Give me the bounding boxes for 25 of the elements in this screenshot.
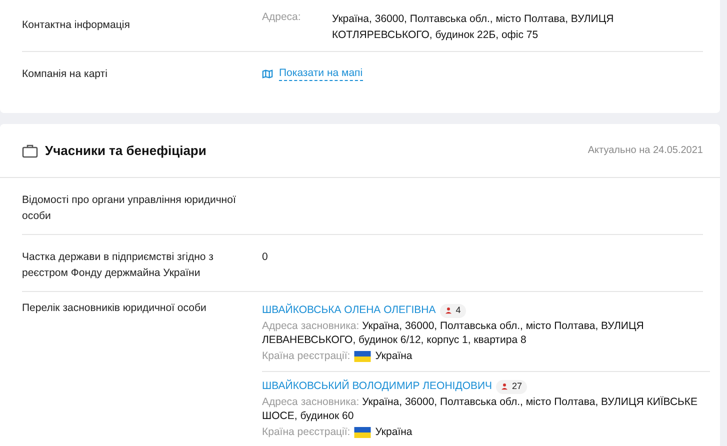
- map-icon: [262, 69, 273, 79]
- address-text: Адреса засновника: Україна, 36000, Полтавська обл., місто Полтава, ВУЛИЦЯ КИЇВСЬКЕ ШОСЕ, будинок 60: [262, 395, 699, 423]
- country-label: Країна реєстрації:: [262, 349, 350, 363]
- country-value: Україна: [375, 425, 412, 439]
- field-label: Перелік засновників юридичної особи: [22, 301, 208, 316]
- field-label: Відомості про органи управління юридичної особи: [22, 193, 237, 224]
- founder-link[interactable]: ШВАЙКОВСЬКИЙ ВОЛОДИМИР ЛЕОНІДОВИЧ: [262, 378, 492, 395]
- country-value: Україна: [375, 349, 412, 363]
- field-label: Контактна інформація: [22, 18, 131, 33]
- address-value: Україна, 36000, Полтавська обл., місто Полтава, ВУЛИЦЯ КОТЛЯРЕВСЬКОГО, будинок 22Б, офіс 75: [332, 12, 615, 43]
- field-label: Компанія на карті: [22, 67, 108, 82]
- section-title: Учасники та бенефіціари: [45, 143, 206, 158]
- briefcase-icon: [22, 144, 38, 158]
- address-text: Адреса засновника: Україна, 36000, Полтавська обл., місто Полтава, ВУЛИЦЯ ЛЕВАНЕВСЬКОГО, будинок 6/12, корпус 1, квартира 8: [262, 319, 645, 347]
- count-badge: 27: [496, 380, 528, 394]
- address-label: Адреса:: [262, 11, 302, 25]
- flag-icon: [354, 426, 372, 438]
- count-badge: 4: [440, 304, 466, 318]
- show-map-link[interactable]: Показати на мапі: [262, 66, 363, 82]
- country-label: Країна реєстрації:: [262, 425, 350, 439]
- updated-date: Актуально на 24.05.2021: [588, 145, 703, 156]
- field-value: 0: [262, 250, 268, 265]
- flag-icon: [354, 350, 372, 362]
- field-label: Частка держави в підприємстві згідно з реєстром Фонду держмайна України: [22, 250, 214, 281]
- founder-link[interactable]: ШВАЙКОВСЬКА ОЛЕНА ОЛЕГІВНА: [262, 302, 436, 319]
